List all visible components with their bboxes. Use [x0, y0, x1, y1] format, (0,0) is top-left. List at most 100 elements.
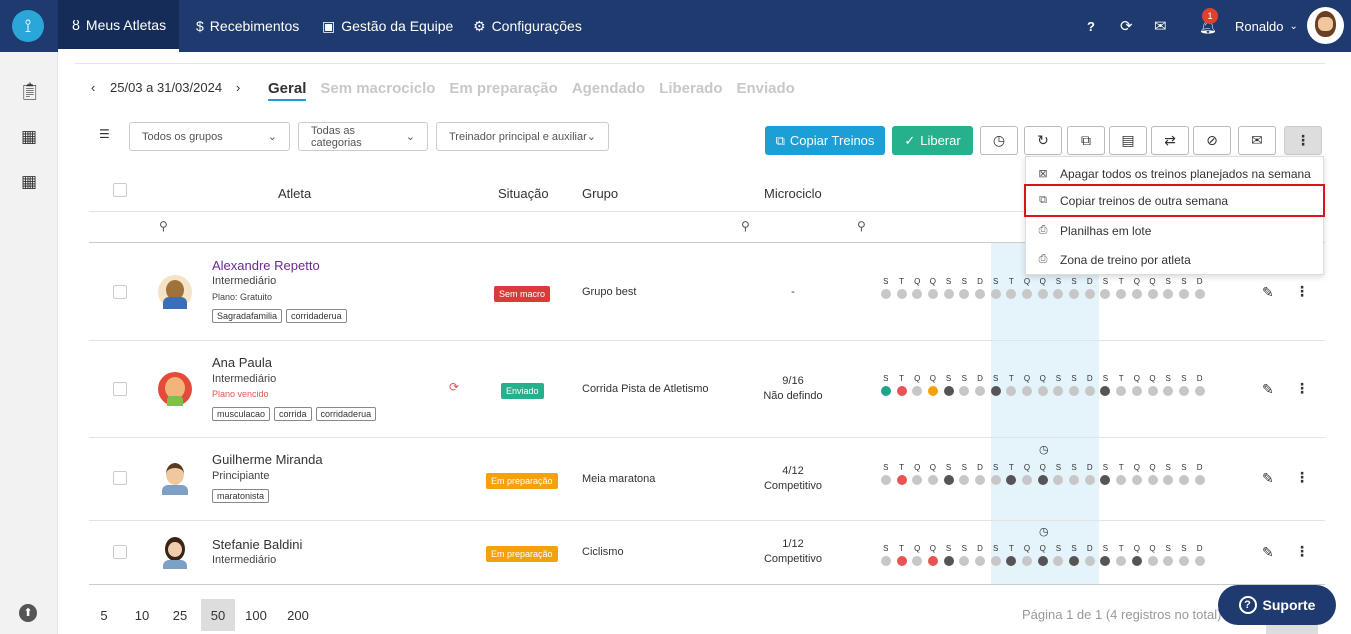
training-dot[interactable]	[896, 289, 907, 299]
training-dot[interactable]	[1006, 556, 1017, 566]
day-cell[interactable]: S	[878, 463, 894, 485]
day-cell[interactable]: S	[956, 374, 972, 396]
training-dot[interactable]	[959, 475, 970, 485]
day-cell[interactable]: Q	[909, 277, 925, 299]
user-avatar[interactable]	[1307, 7, 1344, 44]
filter-icon[interactable]: ☰	[99, 127, 110, 141]
training-dot[interactable]	[1163, 289, 1174, 299]
day-cell[interactable]: T	[894, 463, 910, 485]
day-cell[interactable]: T	[1113, 374, 1129, 396]
col-microcycle[interactable]: Microciclo	[764, 186, 822, 201]
training-dot[interactable]	[1069, 475, 1080, 485]
training-dot[interactable]	[1178, 289, 1189, 299]
day-cell[interactable]: Q	[925, 374, 941, 396]
tab-sem-macrociclo[interactable]: Sem macrociclo	[320, 80, 435, 101]
page-size-option[interactable]: 5	[87, 599, 121, 631]
training-dot[interactable]	[1022, 556, 1033, 566]
day-cell[interactable]: Q	[909, 374, 925, 396]
day-cell[interactable]: S	[1098, 374, 1114, 396]
training-dot[interactable]	[1037, 475, 1048, 485]
day-cell[interactable]: S	[1051, 374, 1067, 396]
training-dot[interactable]	[1037, 556, 1048, 566]
training-dot[interactable]	[1163, 475, 1174, 485]
day-cell[interactable]: S	[1176, 374, 1192, 396]
training-dot[interactable]	[1084, 289, 1095, 299]
training-dot[interactable]	[974, 556, 985, 566]
training-dot[interactable]	[1116, 386, 1127, 396]
training-dot[interactable]	[1053, 475, 1064, 485]
day-cell[interactable]: Q	[1035, 463, 1051, 485]
athlete-name[interactable]: Stefanie Baldini	[212, 537, 302, 552]
tab-meus-atletas[interactable]: ȣ Meus Atletas	[58, 0, 179, 52]
training-dot[interactable]	[1069, 556, 1080, 566]
schedule-button[interactable]: ◷	[980, 126, 1018, 155]
copy-trainings-button[interactable]: ⧉ Copiar Treinos	[765, 126, 885, 155]
training-dot[interactable]	[1163, 556, 1174, 566]
training-dot[interactable]	[1131, 475, 1142, 485]
athlete-name[interactable]: Ana Paula	[212, 355, 272, 370]
training-dot[interactable]	[1069, 386, 1080, 396]
day-cell[interactable]: S	[988, 544, 1004, 566]
select-all-checkbox[interactable]	[113, 183, 127, 197]
day-cell[interactable]: Q	[1035, 374, 1051, 396]
row-checkbox[interactable]	[113, 382, 127, 396]
training-dot[interactable]	[974, 289, 985, 299]
tab-configuracoes[interactable]: ⚙ Configurações	[473, 0, 582, 52]
tab-gestao-equipe[interactable]: ▣ Gestão da Equipe	[322, 0, 453, 52]
day-cell[interactable]: D	[1082, 544, 1098, 566]
training-dot[interactable]	[1022, 475, 1033, 485]
training-dot[interactable]	[1100, 289, 1111, 299]
training-dot[interactable]	[943, 289, 954, 299]
next-week-icon[interactable]: ›	[236, 80, 240, 95]
day-cell[interactable]: S	[1066, 277, 1082, 299]
page-button[interactable]	[1266, 624, 1318, 634]
training-dot[interactable]	[927, 386, 938, 396]
block-button[interactable]: ⊘	[1193, 126, 1231, 155]
search-icon[interactable]: ⚲	[857, 219, 866, 233]
day-cell[interactable]: T	[1004, 544, 1020, 566]
training-dot[interactable]	[959, 386, 970, 396]
day-cell[interactable]: S	[988, 374, 1004, 396]
row-checkbox[interactable]	[113, 545, 127, 559]
row-checkbox[interactable]	[113, 471, 127, 485]
day-cell[interactable]: Q	[1129, 544, 1145, 566]
training-dot[interactable]	[1116, 289, 1127, 299]
day-cell[interactable]: D	[972, 544, 988, 566]
training-dot[interactable]	[1147, 556, 1158, 566]
training-dot[interactable]	[943, 386, 954, 396]
training-dot[interactable]	[912, 475, 923, 485]
day-cell[interactable]: T	[1113, 277, 1129, 299]
menu-item-copy-week[interactable]: ⧉ Copiar treinos de outra semana	[1024, 184, 1325, 217]
day-cell[interactable]: S	[878, 374, 894, 396]
athlete-name[interactable]: Alexandre Repetto	[212, 258, 320, 273]
mail-icon[interactable]: ✉	[1154, 0, 1167, 52]
day-cell[interactable]: D	[1192, 277, 1208, 299]
training-dot[interactable]	[1100, 556, 1111, 566]
page-size-option[interactable]: 100	[239, 599, 273, 631]
training-dot[interactable]	[1006, 386, 1017, 396]
more-options-button[interactable]: ⋮	[1284, 126, 1322, 155]
training-dot[interactable]	[1178, 475, 1189, 485]
day-cell[interactable]: T	[894, 374, 910, 396]
training-dot[interactable]	[1100, 475, 1111, 485]
day-cell[interactable]: T	[1113, 463, 1129, 485]
training-dot[interactable]	[927, 556, 938, 566]
training-dot[interactable]	[880, 289, 891, 299]
training-dot[interactable]	[974, 475, 985, 485]
training-dot[interactable]	[1163, 386, 1174, 396]
training-dot[interactable]	[1006, 475, 1017, 485]
day-cell[interactable]: S	[1160, 374, 1176, 396]
col-group[interactable]: Grupo	[582, 186, 618, 201]
training-dot[interactable]	[990, 475, 1001, 485]
training-dot[interactable]	[1194, 289, 1205, 299]
day-cell[interactable]: S	[941, 463, 957, 485]
day-cell[interactable]: S	[988, 463, 1004, 485]
training-dot[interactable]	[880, 386, 891, 396]
training-dot[interactable]	[896, 556, 907, 566]
day-cell[interactable]: Q	[1129, 374, 1145, 396]
day-cell[interactable]: S	[1098, 544, 1114, 566]
training-dot[interactable]	[1178, 386, 1189, 396]
training-dot[interactable]	[974, 386, 985, 396]
training-dot[interactable]	[1006, 289, 1017, 299]
day-cell[interactable]: T	[894, 544, 910, 566]
